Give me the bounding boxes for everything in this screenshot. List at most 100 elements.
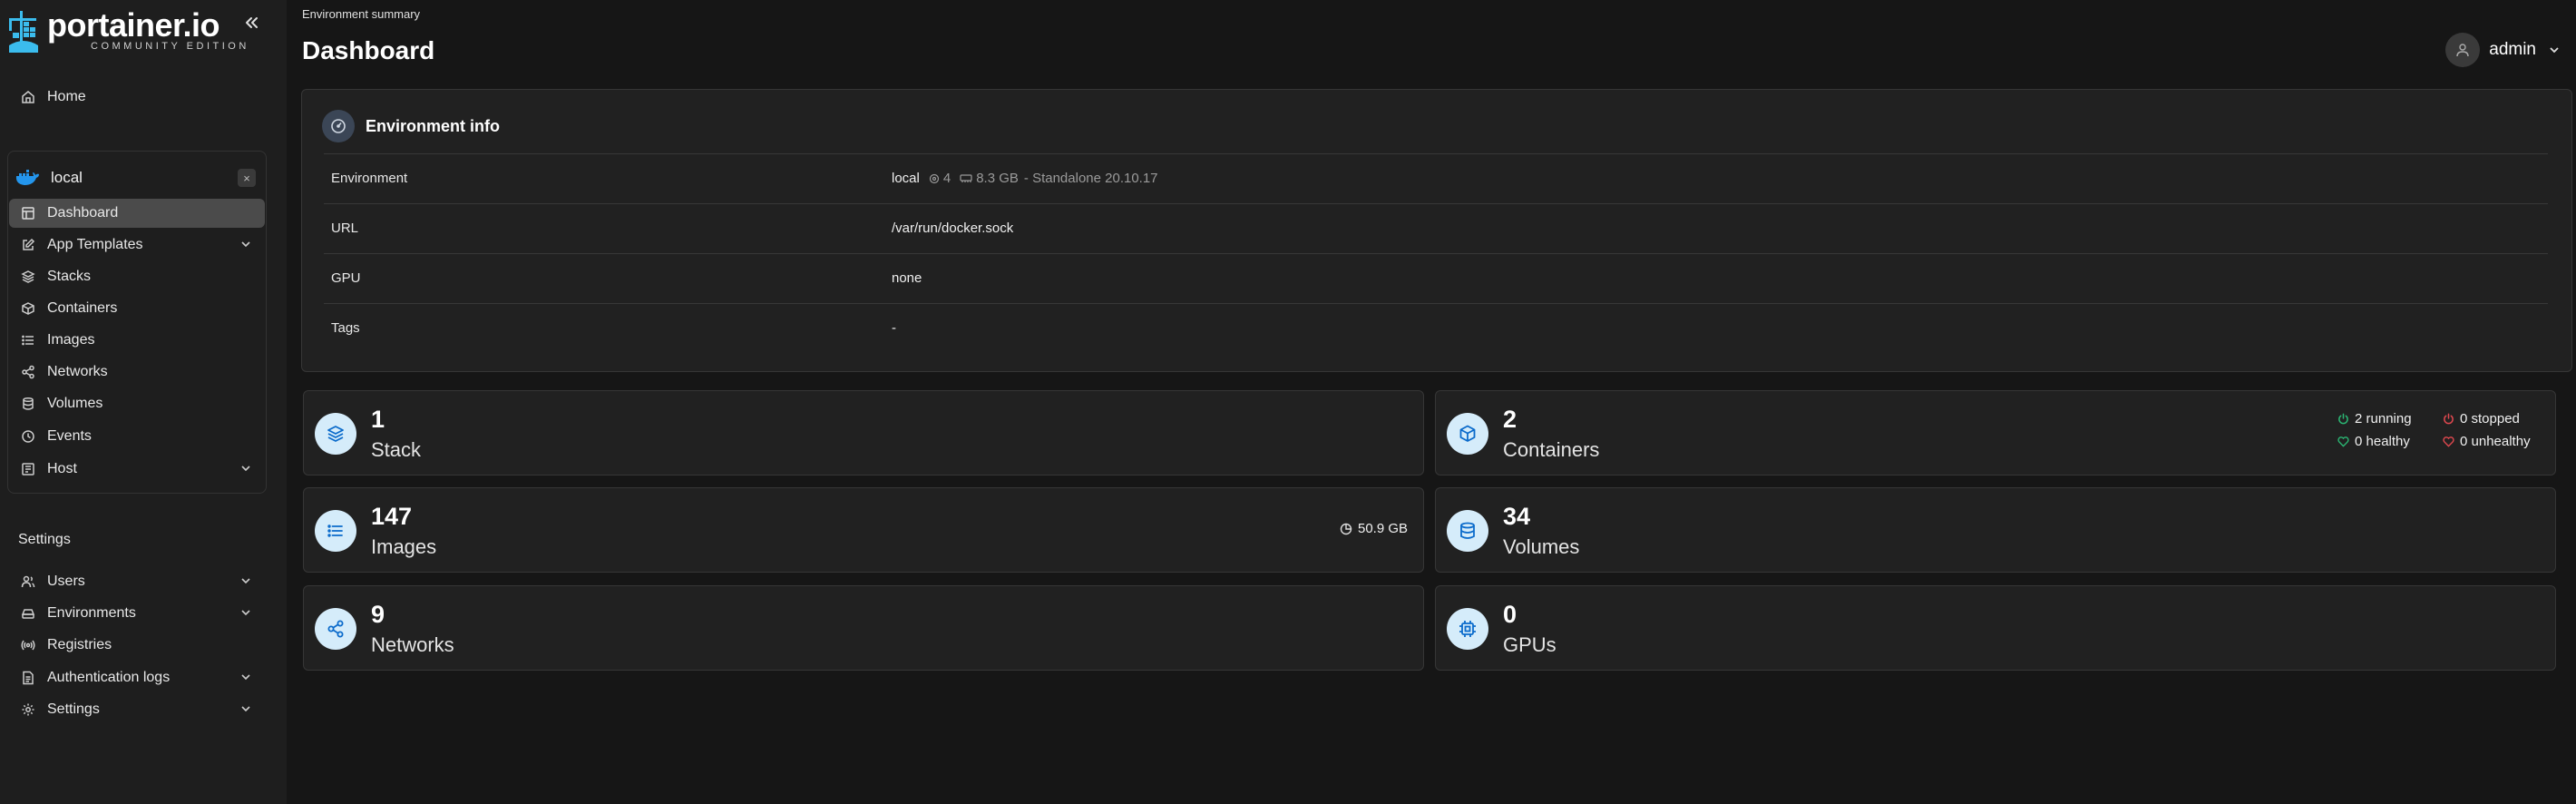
info-row-url: URL /var/run/docker.sock — [324, 203, 2548, 253]
environment-info-title: Environment info — [366, 116, 500, 135]
environment-header: local × — [15, 160, 259, 196]
sidebar-item-label: Host — [47, 461, 77, 476]
gpus-label: GPUs — [1503, 633, 1556, 656]
main-content: Environment summary Dashboard admin Envi… — [287, 0, 2576, 804]
radio-icon — [20, 637, 36, 653]
sidebar-item-app-templates[interactable]: App Templates — [9, 230, 265, 260]
sidebar-item-host[interactable]: Host — [9, 455, 265, 484]
sidebar-item-volumes[interactable]: Volumes — [9, 389, 265, 418]
cpu-chip-icon — [1447, 608, 1488, 650]
host-icon — [20, 461, 36, 477]
heart-icon — [2337, 436, 2349, 447]
sidebar-item-events[interactable]: Events — [9, 422, 265, 451]
gpus-card[interactable]: 0 GPUs — [1435, 585, 2556, 671]
user-menu[interactable]: admin — [2445, 33, 2561, 67]
collapse-sidebar-button[interactable] — [238, 11, 265, 34]
healthy-count: 0 healthy — [2355, 434, 2410, 449]
file-text-icon — [20, 670, 36, 686]
share-icon — [315, 608, 356, 650]
stacks-label: Stack — [371, 438, 422, 461]
cpu-count: 4 — [942, 171, 951, 186]
sidebar-item-images[interactable]: Images — [9, 326, 265, 355]
close-environment-button[interactable]: × — [238, 169, 256, 187]
pie-chart-icon — [1340, 523, 1352, 534]
user-name: admin — [2489, 40, 2536, 59]
sidebar-item-settings[interactable]: Settings — [9, 695, 265, 724]
edit-icon — [20, 237, 36, 253]
list-icon — [20, 332, 36, 348]
sidebar-item-networks[interactable]: Networks — [9, 358, 265, 387]
networks-label: Networks — [371, 633, 454, 656]
info-row-gpu: GPU none — [324, 253, 2548, 303]
sidebar-item-containers[interactable]: Containers — [9, 294, 265, 323]
sidebar-item-label: Networks — [47, 364, 108, 379]
running-status: 2 running — [2337, 411, 2412, 427]
sidebar-item-label: App Templates — [47, 237, 143, 252]
sidebar-item-label: Home — [47, 89, 86, 104]
user-icon — [2456, 44, 2469, 57]
breadcrumb: Environment summary — [302, 7, 421, 21]
sidebar-item-stacks[interactable]: Stacks — [9, 262, 265, 291]
containers-card[interactable]: 2 Containers 2 running 0 stopped 0 healt… — [1435, 390, 2556, 476]
images-count: 147 — [371, 503, 413, 530]
containers-label: Containers — [1503, 438, 1600, 461]
box-icon — [20, 300, 36, 317]
info-key: Environment — [331, 171, 408, 186]
sidebar-item-label: Environments — [47, 605, 136, 621]
networks-card[interactable]: 9 Networks — [303, 585, 1424, 671]
sidebar-item-label: Registries — [47, 637, 112, 652]
gpus-count: 0 — [1503, 601, 1517, 628]
info-value: /var/run/docker.sock — [892, 221, 1014, 236]
sidebar-item-registries[interactable]: Registries — [9, 631, 265, 660]
sidebar-item-label: Settings — [47, 701, 100, 717]
cpu-icon — [929, 173, 939, 183]
sidebar-item-label: Images — [47, 332, 95, 348]
settings-section-label: Settings — [18, 532, 71, 547]
sidebar-item-label: Dashboard — [47, 205, 119, 221]
power-icon — [2444, 413, 2454, 425]
sidebar-item-label: Events — [47, 428, 92, 444]
sidebar-item-users[interactable]: Users — [9, 567, 265, 596]
brand-edition: COMMUNITY EDITION — [91, 41, 249, 52]
stacks-card[interactable]: 1 Stack — [303, 390, 1424, 476]
unhealthy-count: 0 unhealthy — [2460, 434, 2531, 449]
info-key: Tags — [331, 320, 360, 336]
users-icon — [20, 574, 36, 590]
box-icon — [1447, 413, 1488, 455]
volumes-card[interactable]: 34 Volumes — [1435, 487, 2556, 573]
sidebar-item-label: Volumes — [47, 396, 103, 411]
layers-icon — [20, 269, 36, 285]
sidebar-item-label: Authentication logs — [47, 670, 171, 685]
memory-icon — [960, 173, 972, 182]
networks-count: 9 — [371, 601, 385, 628]
heart-icon — [2443, 436, 2454, 447]
chevron-down-icon — [241, 706, 250, 712]
page-title: Dashboard — [302, 36, 435, 64]
images-size-value: 50.9 GB — [1358, 521, 1409, 536]
info-key: GPU — [331, 270, 361, 286]
database-icon — [20, 396, 36, 412]
healthy-status: 0 healthy — [2337, 434, 2410, 449]
chevron-down-icon — [241, 578, 250, 584]
sidebar-item-environments[interactable]: Environments — [9, 599, 265, 628]
chevron-down-icon — [241, 610, 250, 616]
database-icon — [1447, 510, 1488, 552]
stacks-count: 1 — [371, 406, 385, 433]
sidebar-item-authentication-logs[interactable]: Authentication logs — [9, 663, 265, 692]
sidebar-item-dashboard[interactable]: Dashboard — [9, 199, 265, 228]
chevron-down-icon — [241, 241, 250, 248]
sidebar-item-label: Containers — [47, 300, 118, 316]
unhealthy-status: 0 unhealthy — [2443, 434, 2531, 449]
images-size: 50.9 GB — [1340, 521, 1408, 536]
environment-type: - Standalone 20.10.17 — [1023, 171, 1158, 186]
sidebar-item-label: Stacks — [47, 269, 92, 284]
info-value: none — [892, 270, 922, 286]
images-label: Images — [371, 535, 437, 558]
power-icon — [2338, 413, 2348, 425]
images-card[interactable]: 147 Images 50.9 GB — [303, 487, 1424, 573]
portainer-logo[interactable]: portainer.io COMMUNITY EDITION — [7, 9, 249, 60]
clock-icon — [20, 428, 36, 445]
volumes-label: Volumes — [1503, 535, 1580, 558]
docker-icon — [15, 170, 39, 185]
sidebar-item-home[interactable]: Home — [9, 83, 265, 112]
